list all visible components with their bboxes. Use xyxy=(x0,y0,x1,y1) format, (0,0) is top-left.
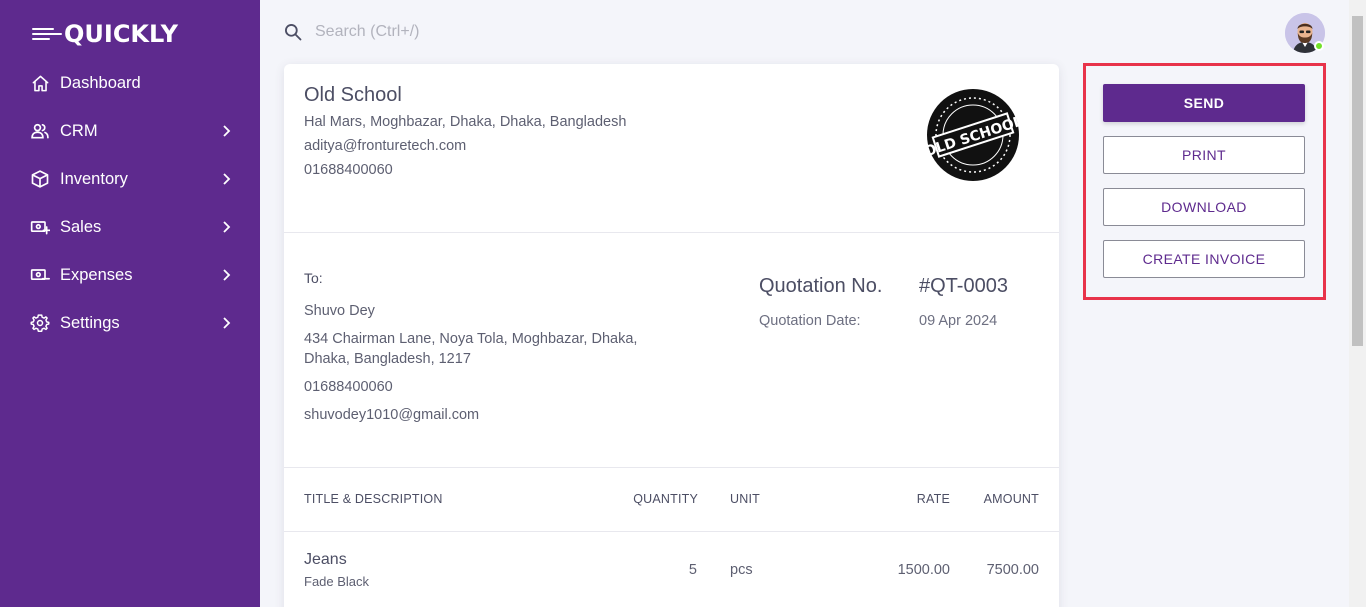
chevron-right-icon xyxy=(220,269,232,281)
print-button[interactable]: PRINT xyxy=(1103,136,1305,174)
cash-minus-icon xyxy=(30,265,50,285)
sidebar-item-sales[interactable]: Sales xyxy=(0,203,260,251)
chevron-right-icon xyxy=(220,221,232,233)
sidebar-item-label: Settings xyxy=(60,313,120,332)
sidebar-item-label: Dashboard xyxy=(60,73,141,92)
company-email: aditya@fronturetech.com xyxy=(304,138,467,154)
cash-plus-icon xyxy=(30,217,50,237)
item-unit: pcs xyxy=(730,562,753,578)
sidebar-item-label: Expenses xyxy=(60,265,133,284)
company-logo: OLD SCHOOL xyxy=(923,87,1025,183)
to-label: To: xyxy=(304,270,323,286)
sidebar-nav: Dashboard CRM Inventory Sales Expenses S… xyxy=(0,59,260,347)
client-phone: 01688400060 xyxy=(304,379,393,395)
create-invoice-button[interactable]: CREATE INVOICE xyxy=(1103,240,1305,278)
item-description: Fade Black xyxy=(304,574,370,589)
sidebar: QUICKLY Dashboard CRM Inventory Sales Ex… xyxy=(0,0,260,607)
sidebar-item-settings[interactable]: Settings xyxy=(0,299,260,347)
brand-logo[interactable]: QUICKLY xyxy=(32,20,178,48)
online-status-dot xyxy=(1314,41,1324,51)
quotation-number-label: Quotation No. xyxy=(759,275,883,297)
sidebar-item-crm[interactable]: CRM xyxy=(0,107,260,155)
sidebar-item-label: Inventory xyxy=(60,169,128,188)
company-address: Hal Mars, Moghbazar, Dhaka, Dhaka, Bangl… xyxy=(304,114,627,130)
sidebar-item-dashboard[interactable]: Dashboard xyxy=(0,59,260,107)
company-phone: 01688400060 xyxy=(304,162,393,178)
download-button[interactable]: DOWNLOAD xyxy=(1103,188,1305,226)
column-header-title: TITLE & DESCRIPTION xyxy=(304,492,443,506)
home-icon xyxy=(30,73,50,93)
users-icon xyxy=(30,121,50,141)
chevron-right-icon xyxy=(220,125,232,137)
column-header-amount: AMOUNT xyxy=(983,492,1039,506)
column-header-unit: UNIT xyxy=(730,492,760,506)
gear-icon xyxy=(30,313,50,333)
sidebar-item-expenses[interactable]: Expenses xyxy=(0,251,260,299)
scrollbar-thumb[interactable] xyxy=(1352,16,1363,346)
chevron-right-icon xyxy=(220,317,232,329)
quotation-number-value: #QT-0003 xyxy=(919,275,1008,297)
search-icon[interactable] xyxy=(283,22,303,42)
sidebar-item-label: CRM xyxy=(60,121,98,140)
item-amount: 7500.00 xyxy=(986,562,1039,578)
client-address: 434 Chairman Lane, Noya Tola, Moghbazar,… xyxy=(304,331,638,367)
column-header-quantity: QUANTITY xyxy=(633,492,698,506)
chevron-right-icon xyxy=(220,173,232,185)
quotation-date-value: 09 Apr 2024 xyxy=(919,313,998,329)
item-rate: 1500.00 xyxy=(897,562,950,578)
sidebar-item-label: Sales xyxy=(60,217,102,236)
section-divider xyxy=(284,232,1059,233)
quotation-date-label: Quotation Date: xyxy=(759,313,861,329)
search-input[interactable] xyxy=(315,20,615,44)
send-button[interactable]: SEND xyxy=(1103,84,1305,122)
quotation-card: Old School Hal Mars, Moghbazar, Dhaka, D… xyxy=(284,64,1059,607)
client-email: shuvodey1010@gmail.com xyxy=(304,407,480,423)
logo-text: QUICKLY xyxy=(64,20,178,48)
table-header-divider xyxy=(284,531,1059,532)
logo-speed-lines xyxy=(32,28,62,40)
item-quantity: 5 xyxy=(688,562,697,578)
section-divider xyxy=(284,467,1059,468)
company-name: Old School xyxy=(304,84,402,106)
item-title: Jeans xyxy=(304,551,347,568)
sidebar-item-inventory[interactable]: Inventory xyxy=(0,155,260,203)
column-header-rate: RATE xyxy=(916,492,950,506)
box-icon xyxy=(30,169,50,189)
client-name: Shuvo Dey xyxy=(304,303,375,319)
